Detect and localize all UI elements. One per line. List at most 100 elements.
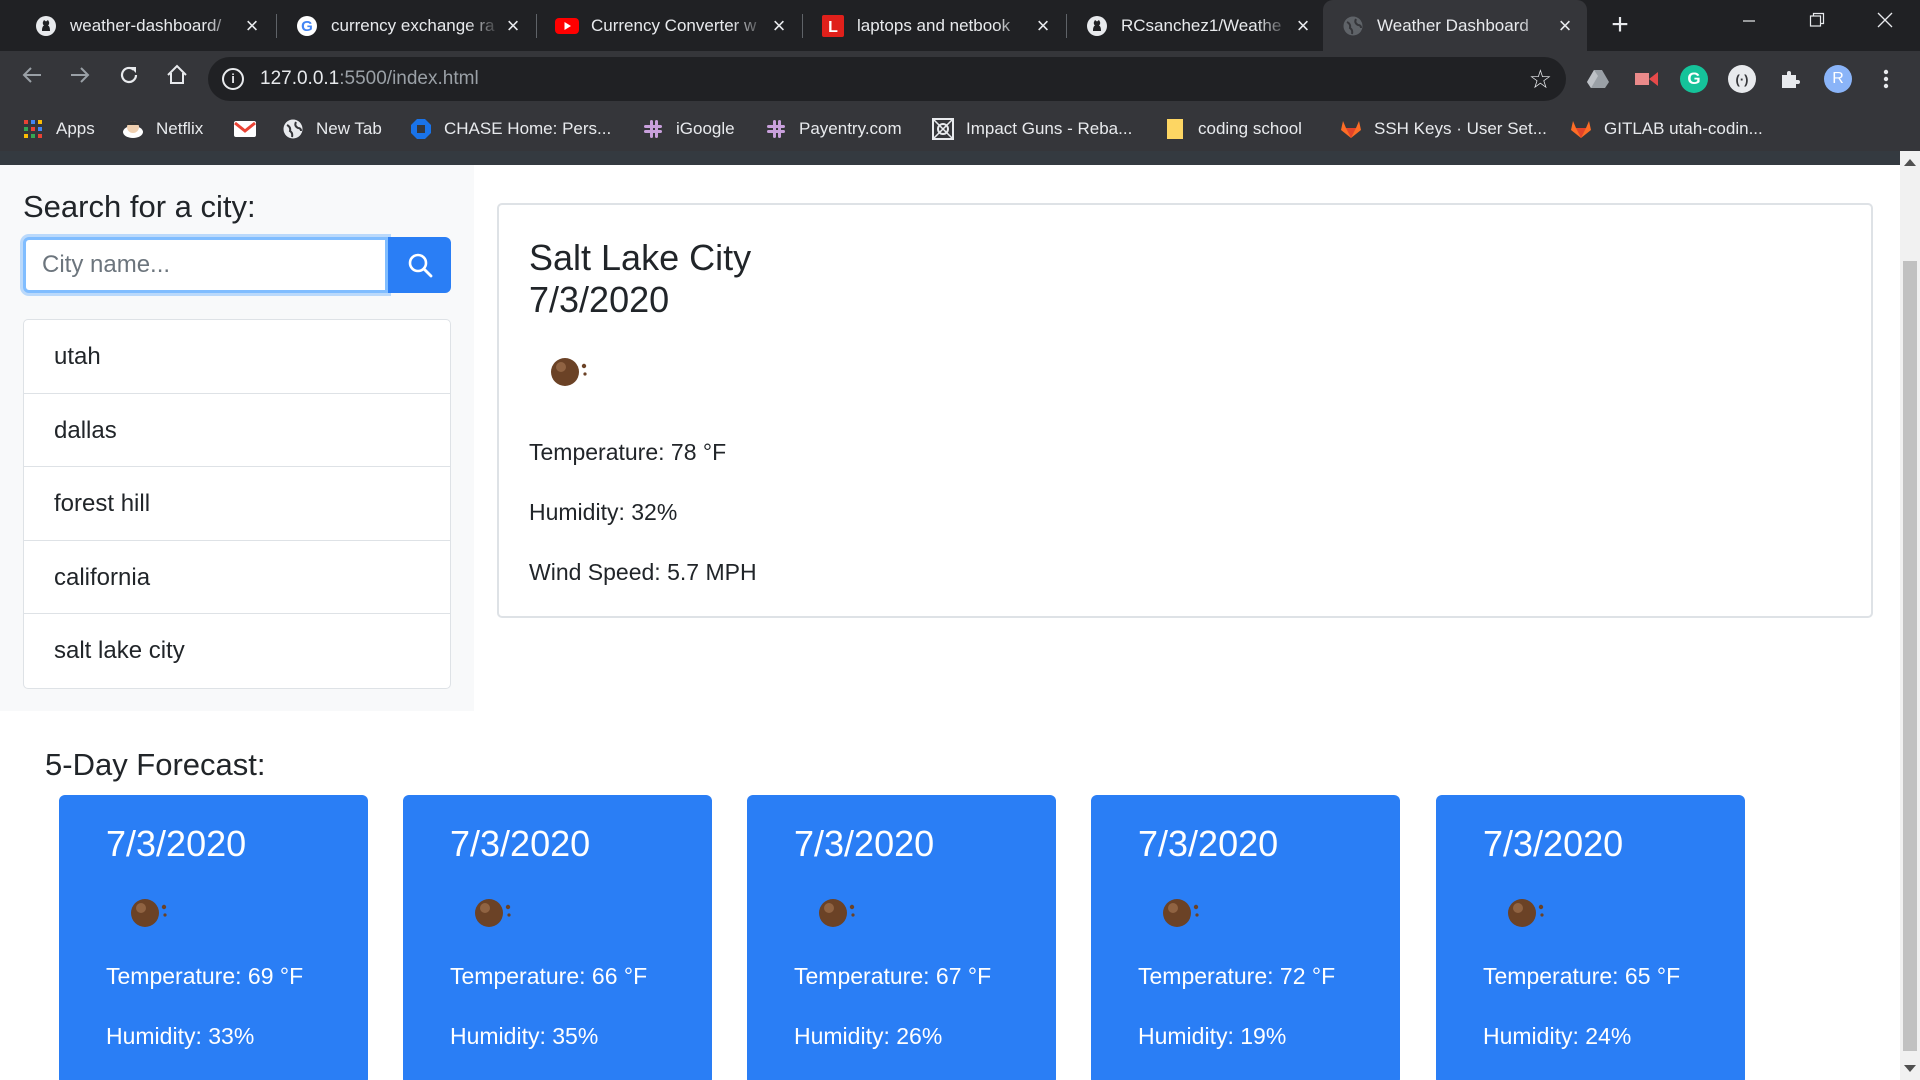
bookmark-chase[interactable]: CHASE Home: Pers...	[410, 115, 611, 143]
close-tab-icon[interactable]: ×	[767, 13, 791, 39]
tab-title: Weather Dashboard	[1377, 15, 1529, 35]
bookmark-payentry[interactable]: Payentry.com	[765, 115, 902, 143]
tab-weather-dashboard-github[interactable]: weather-dashboard/ ×	[16, 0, 274, 51]
google-drive-icon[interactable]	[1584, 65, 1612, 93]
chrome-menu-icon[interactable]	[1872, 65, 1900, 93]
site-info-icon[interactable]: i	[222, 68, 244, 90]
bookmark-label: Apps	[56, 119, 95, 138]
gitlab-icon	[1340, 118, 1362, 140]
tab-currency-exchange[interactable]: G currency exchange ra ×	[277, 0, 535, 51]
history-item[interactable]: forest hill	[24, 467, 450, 541]
profile-avatar[interactable]: R	[1824, 65, 1852, 93]
close-tab-icon[interactable]: ×	[1031, 13, 1055, 39]
forecast-heading: 5-Day Forecast:	[45, 747, 266, 782]
chase-icon	[410, 118, 432, 140]
tab-rcsanchez-weather-repo[interactable]: RCsanchez1/Weathe ×	[1067, 0, 1325, 51]
close-tab-icon[interactable]: ×	[1291, 13, 1315, 39]
bookmark-label: coding school	[1198, 119, 1302, 138]
browser-toolbar: i 127.0.0.1:5500/index.html ☆ G (·) R	[0, 51, 1920, 107]
close-window-button[interactable]	[1850, 0, 1920, 44]
city-search-input[interactable]	[23, 237, 388, 293]
bookmark-star-icon[interactable]: ☆	[1529, 64, 1552, 95]
forecast-card: 7/3/2020 Temperature: 67 °F Humidity: 26…	[747, 795, 1056, 1080]
l-icon: L	[821, 14, 845, 38]
city-name: Salt Lake City	[529, 237, 752, 278]
bookmark-label: CHASE Home: Pers...	[444, 119, 612, 138]
netflix-icon	[122, 118, 144, 140]
back-button[interactable]	[16, 63, 48, 95]
extension-circle-icon[interactable]: (·)	[1728, 65, 1756, 93]
current-wind-speed: Wind Speed: 5.7 MPH	[529, 559, 757, 585]
tab-title: laptops and netbook	[857, 15, 1011, 35]
url-text: 127.0.0.1:5500/index.html	[260, 68, 479, 90]
forecast-date: 7/3/2020	[794, 823, 935, 864]
minimize-window-button[interactable]	[1714, 0, 1784, 44]
bookmark-apps[interactable]: Apps	[22, 115, 95, 143]
weather-icon	[1508, 899, 1544, 927]
bookmark-ssh-keys[interactable]: SSH Keys · User Set...	[1340, 115, 1547, 143]
search-heading: Search for a city:	[23, 189, 256, 224]
scroll-down-arrow-icon[interactable]	[1904, 1065, 1916, 1072]
new-tab-button[interactable]: +	[1602, 8, 1638, 44]
tab-laptops-netbooks[interactable]: L laptops and netbook ×	[803, 0, 1065, 51]
globe-icon	[1341, 14, 1365, 38]
current-date: 7/3/2020	[529, 279, 670, 320]
history-item[interactable]: salt lake city	[24, 614, 450, 688]
bookmark-label: SSH Keys · User Set...	[1374, 119, 1547, 138]
close-tab-icon[interactable]: ×	[240, 13, 264, 39]
apps-grid-icon	[22, 118, 44, 140]
close-tab-icon[interactable]: ×	[501, 13, 525, 39]
address-bar[interactable]: i 127.0.0.1:5500/index.html ☆	[208, 57, 1566, 101]
bookmark-impact-guns[interactable]: Impact Guns - Reba...	[932, 115, 1132, 143]
bookmark-gmail[interactable]	[234, 115, 268, 143]
forecast-card: 7/3/2020 Temperature: 72 °F Humidity: 19…	[1091, 795, 1400, 1080]
bookmark-label: iGoogle	[676, 119, 735, 138]
url-host: 127.0.0.1	[260, 68, 340, 89]
page-scrollbar[interactable]	[1900, 151, 1920, 1080]
scroll-up-arrow-icon[interactable]	[1904, 159, 1916, 166]
bookmark-coding-school[interactable]: coding school	[1164, 115, 1302, 143]
impact-icon	[932, 118, 954, 140]
forecast-temperature: Temperature: 67 °F	[794, 963, 992, 989]
forecast-date: 7/3/2020	[1483, 823, 1624, 864]
page-navbar	[0, 151, 1920, 165]
reload-button[interactable]	[113, 63, 145, 95]
bookmark-igoogle[interactable]: iGoogle	[642, 115, 735, 143]
bookmarks-bar: Apps Netflix New Tab CHASE Home: Pers...…	[0, 107, 1920, 151]
tab-title: Currency Converter w	[591, 15, 757, 35]
weather-icon	[131, 899, 167, 927]
home-button[interactable]	[161, 63, 193, 95]
tab-currency-converter[interactable]: Currency Converter w ×	[537, 0, 801, 51]
svg-text:G: G	[301, 18, 313, 35]
grammarly-icon[interactable]: G	[1680, 65, 1708, 93]
home-icon	[167, 64, 187, 84]
github-icon	[34, 14, 58, 38]
forecast-temperature: Temperature: 65 °F	[1483, 963, 1681, 989]
minimize-icon	[1743, 20, 1755, 22]
history-item[interactable]: utah	[24, 320, 450, 394]
restore-window-button[interactable]	[1782, 0, 1852, 44]
weather-icon	[475, 899, 511, 927]
forecast-card: 7/3/2020 Temperature: 69 °F Humidity: 33…	[59, 795, 368, 1080]
forward-button[interactable]	[64, 63, 96, 95]
globe-icon	[282, 118, 304, 140]
screen-recorder-extension-icon[interactable]	[1632, 65, 1660, 93]
close-tab-icon[interactable]: ×	[1553, 13, 1577, 39]
tab-weather-dashboard[interactable]: Weather Dashboard ×	[1323, 0, 1587, 51]
google-icon: G	[295, 14, 319, 38]
gitlab-icon	[1570, 118, 1592, 140]
forecast-temperature: Temperature: 72 °F	[1138, 963, 1336, 989]
search-button[interactable]	[388, 237, 451, 293]
history-item[interactable]: dallas	[24, 394, 450, 467]
forecast-humidity: Humidity: 19%	[1138, 1023, 1287, 1049]
history-item[interactable]: california	[24, 541, 450, 614]
current-weather-card: Salt Lake City 7/3/2020 Temperature: 78 …	[497, 203, 1873, 618]
close-icon	[1877, 12, 1893, 28]
bookmark-netflix[interactable]: Netflix	[122, 115, 203, 143]
bookmark-label: Impact Guns - Reba...	[966, 119, 1133, 138]
scrollbar-thumb[interactable]	[1903, 261, 1917, 1051]
bookmark-new-tab[interactable]: New Tab	[282, 115, 382, 143]
forecast-card: 7/3/2020 Temperature: 65 °F Humidity: 24…	[1436, 795, 1745, 1080]
extensions-puzzle-icon[interactable]	[1776, 65, 1804, 93]
bookmark-gitlab-utah[interactable]: GITLAB utah-codin...	[1570, 115, 1763, 143]
